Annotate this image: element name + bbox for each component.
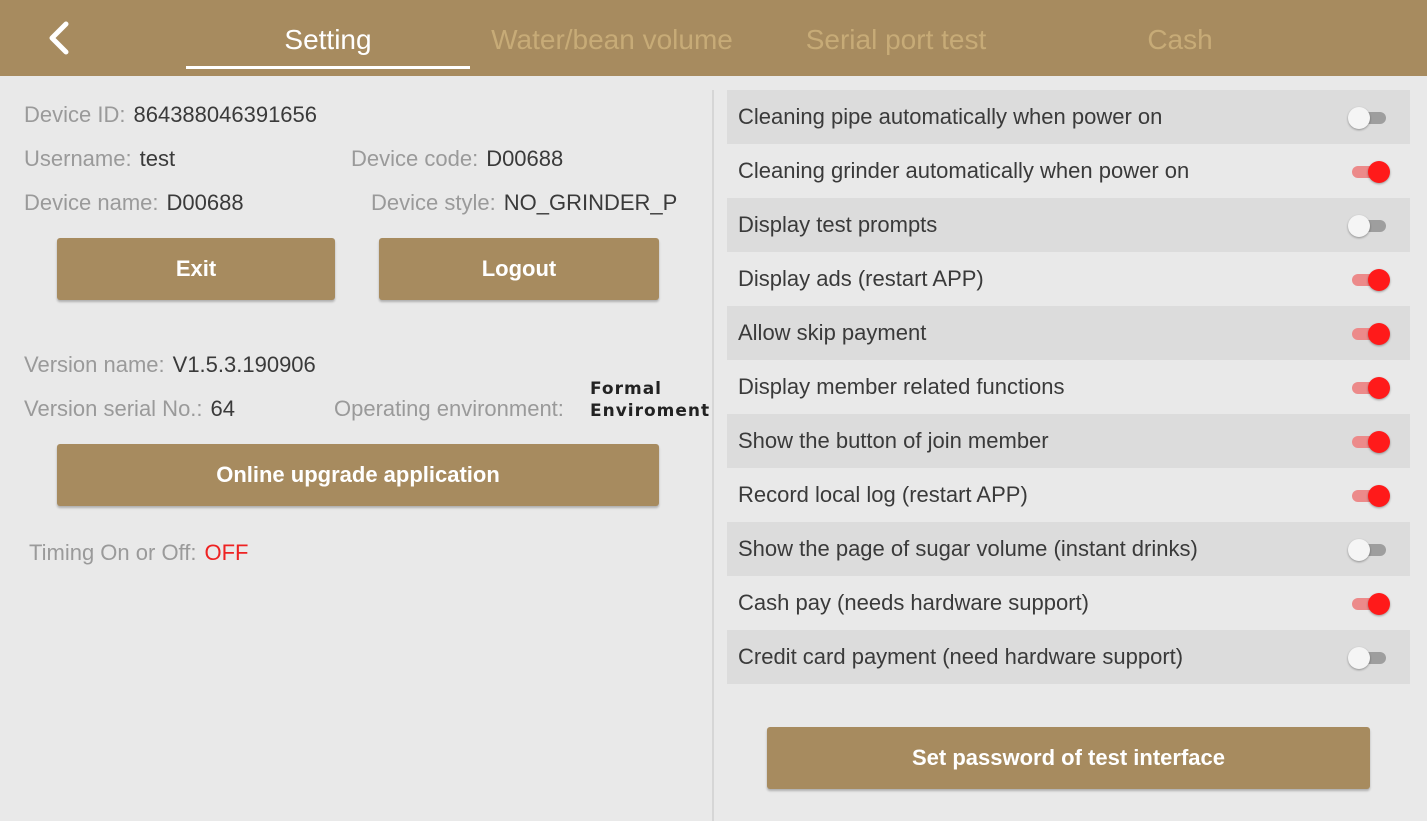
timing-value[interactable]: OFF	[205, 540, 249, 565]
version-name-row: Version name: V1.5.3.190906	[24, 352, 316, 378]
device-name-label: Device name:	[24, 190, 159, 215]
setting-row-cash-pay[interactable]: Cash pay (needs hardware support)	[727, 576, 1410, 630]
setting-row-allow-skip-payment[interactable]: Allow skip payment	[727, 306, 1410, 360]
toggle-switch[interactable]	[1348, 647, 1386, 669]
version-name-label: Version name:	[24, 352, 165, 377]
setting-row-cleaning-pipe[interactable]: Cleaning pipe automatically when power o…	[727, 90, 1410, 144]
setting-row-member-functions[interactable]: Display member related functions	[727, 360, 1410, 414]
setting-label: Allow skip payment	[738, 320, 927, 345]
setting-row-cleaning-grinder[interactable]: Cleaning grinder automatically when powe…	[727, 144, 1410, 198]
chevron-left-icon	[49, 21, 69, 55]
toggle-switch[interactable]	[1352, 485, 1390, 507]
toggle-switch[interactable]	[1352, 269, 1390, 291]
setting-row-credit-card-payment[interactable]: Credit card payment (need hardware suppo…	[727, 630, 1410, 684]
version-serial-value: 64	[210, 396, 236, 421]
operating-environment-value: Formal Enviroment	[590, 378, 710, 422]
set-password-button[interactable]: Set password of test interface	[767, 727, 1370, 789]
device-style-label: Device style:	[371, 190, 496, 215]
version-serial-row: Version serial No.: 64	[24, 396, 235, 422]
tab-cash[interactable]: Cash	[1038, 20, 1322, 60]
username-value: test	[139, 146, 176, 171]
toggle-switch[interactable]	[1352, 431, 1390, 453]
top-bar: Setting Water/bean volume Serial port te…	[0, 0, 1427, 76]
username-row: Username: test	[24, 146, 175, 172]
operating-environment-label: Operating environment:	[334, 396, 564, 421]
online-upgrade-button[interactable]: Online upgrade application	[57, 444, 659, 506]
toggle-switch[interactable]	[1348, 215, 1386, 237]
setting-label: Cleaning pipe automatically when power o…	[738, 104, 1163, 129]
operating-environment-row: Operating environment:	[334, 396, 564, 422]
toggle-switch[interactable]	[1348, 539, 1386, 561]
setting-row-sugar-volume-page[interactable]: Show the page of sugar volume (instant d…	[727, 522, 1410, 576]
toggle-switch[interactable]	[1352, 161, 1390, 183]
tab-setting[interactable]: Setting	[186, 20, 470, 60]
setting-label: Display member related functions	[738, 374, 1065, 399]
version-serial-label: Version serial No.:	[24, 396, 203, 421]
toggle-switch[interactable]	[1348, 107, 1386, 129]
settings-list: Cleaning pipe automatically when power o…	[727, 90, 1410, 684]
setting-label: Cleaning grinder automatically when powe…	[738, 158, 1190, 183]
toggle-switch[interactable]	[1352, 323, 1390, 345]
setting-label: Display test prompts	[738, 212, 938, 237]
toggle-switch[interactable]	[1352, 593, 1390, 615]
setting-label: Show the page of sugar volume (instant d…	[738, 536, 1198, 561]
version-name-value: V1.5.3.190906	[172, 352, 316, 377]
username-label: Username:	[24, 146, 132, 171]
setting-label: Cash pay (needs hardware support)	[738, 590, 1089, 615]
env-value-line1: Formal	[590, 379, 662, 399]
device-code-value: D00688	[486, 146, 564, 171]
device-style-row: Device style: NO_GRINDER_P	[371, 190, 677, 216]
panel-divider	[712, 90, 714, 821]
device-id-label: Device ID:	[24, 102, 126, 127]
toggle-switch[interactable]	[1352, 377, 1390, 399]
back-button[interactable]	[40, 18, 80, 58]
active-tab-indicator	[186, 66, 470, 69]
device-name-value: D00688	[166, 190, 244, 215]
logout-button[interactable]: Logout	[379, 238, 659, 300]
tab-serial-port-test[interactable]: Serial port test	[754, 20, 1038, 60]
env-value-line2: Enviroment	[590, 401, 711, 421]
setting-label: Credit card payment (need hardware suppo…	[738, 644, 1184, 669]
setting-row-record-local-log[interactable]: Record local log (restart APP)	[727, 468, 1410, 522]
device-id-value: 864388046391656	[133, 102, 318, 127]
tab-water-bean-volume[interactable]: Water/bean volume	[470, 20, 754, 60]
setting-label: Show the button of join member	[738, 428, 1049, 453]
device-name-row: Device name: D00688	[24, 190, 244, 216]
timing-label: Timing On or Off:	[29, 540, 197, 565]
setting-label: Display ads (restart APP)	[738, 266, 984, 291]
setting-row-join-member-button[interactable]: Show the button of join member	[727, 414, 1410, 468]
device-code-row: Device code: D00688	[351, 146, 563, 172]
device-id-row: Device ID: 864388046391656	[24, 102, 317, 128]
setting-row-display-ads[interactable]: Display ads (restart APP)	[727, 252, 1410, 306]
timing-row: Timing On or Off: OFF	[29, 540, 249, 566]
device-style-value: NO_GRINDER_P	[503, 190, 678, 215]
device-code-label: Device code:	[351, 146, 479, 171]
setting-row-display-test-prompts[interactable]: Display test prompts	[727, 198, 1410, 252]
exit-button[interactable]: Exit	[57, 238, 335, 300]
setting-label: Record local log (restart APP)	[738, 482, 1028, 507]
